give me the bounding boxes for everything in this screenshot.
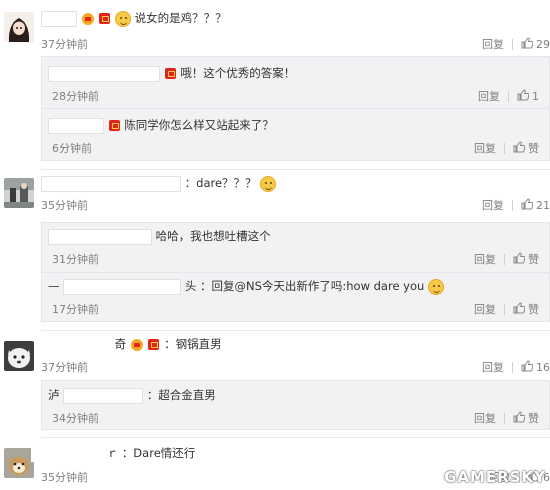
member-badge-icon xyxy=(99,13,111,24)
reply-text: — 头 ：回复@NS今天出新作了吗:how dare you xyxy=(48,278,444,295)
reply-actions: 回复 赞 xyxy=(474,410,539,426)
reply-time: 17分钟前 xyxy=(52,303,99,316)
avatar[interactable] xyxy=(4,178,34,208)
smile-emoji-icon xyxy=(260,175,277,192)
reply-item: — 头 ：回复@NS今天出新作了吗:how dare you 17分钟前 回复 … xyxy=(42,273,549,323)
cat-emoji-icon xyxy=(114,10,131,27)
like-icon[interactable] xyxy=(517,88,530,104)
reply-actions: 回复 赞 xyxy=(474,251,539,267)
reply-text: 泸 ：超合金直男 xyxy=(48,387,216,404)
reply-button[interactable]: 回复 xyxy=(482,359,504,375)
reply-actions: 回复 赞 xyxy=(474,301,539,317)
username-redacted[interactable] xyxy=(41,336,111,353)
comment-time: 37分钟前 xyxy=(41,361,88,374)
like-count: 16 xyxy=(536,360,550,374)
like-icon[interactable] xyxy=(521,197,534,213)
divider xyxy=(41,437,550,438)
reply-text: 哦！这个优秀的答案！ xyxy=(48,65,295,82)
reply-time: 28分钟前 xyxy=(52,90,99,103)
comment-time: 35分钟前 xyxy=(41,199,88,212)
reply-button[interactable]: 回复 xyxy=(482,36,504,52)
reply-button[interactable]: 回复 xyxy=(474,251,496,267)
avatar[interactable] xyxy=(4,341,34,371)
reply-button[interactable]: 回复 xyxy=(474,410,496,426)
username-redacted[interactable] xyxy=(48,65,160,82)
reply-text: 哈哈，我也想吐槽这个 xyxy=(48,228,271,245)
username-redacted[interactable] xyxy=(41,10,77,27)
comment-actions: 回复 16 xyxy=(482,359,550,375)
divider xyxy=(41,330,550,331)
like-button[interactable]: 赞 xyxy=(528,140,539,156)
reply-list: 哦！这个优秀的答案！ 28分钟前 回复 1 陈同学你怎么样又站起来了？ 6分钟前… xyxy=(41,56,550,161)
reply-time: 31分钟前 xyxy=(52,253,99,266)
comment-text: 说女的是鸡？？？ xyxy=(41,10,227,27)
reply-list: 泸 ：超合金直男 34分钟前 回复 赞 xyxy=(41,380,550,430)
reply-list: 哈哈，我也想吐槽这个 31分钟前 回复 赞 — 头 ：回复@NS今天出新作了吗:… xyxy=(41,222,550,322)
vip-badge-icon xyxy=(130,338,143,351)
comment-text: 奇 ：钢锅直男 xyxy=(41,336,222,353)
member-badge-icon xyxy=(108,120,120,131)
like-button[interactable]: 赞 xyxy=(528,410,539,426)
reply-actions: 回复 1 xyxy=(478,88,539,104)
username-redacted[interactable] xyxy=(48,117,104,134)
username-redacted[interactable] xyxy=(31,445,103,462)
reply-actions: 回复 赞 xyxy=(474,140,539,156)
divider xyxy=(41,169,550,170)
reply-button[interactable]: 回复 xyxy=(478,88,500,104)
username-redacted[interactable] xyxy=(63,387,144,404)
reply-text: 陈同学你怎么样又站起来了？ xyxy=(48,117,274,134)
reply-button[interactable]: 回复 xyxy=(482,197,504,213)
comment-time: 37分钟前 xyxy=(41,38,88,51)
member-badge-icon xyxy=(164,68,176,79)
vip-badge-icon xyxy=(81,12,94,25)
username-redacted[interactable] xyxy=(48,228,152,245)
username-redacted[interactable] xyxy=(41,175,181,192)
like-button[interactable]: 赞 xyxy=(528,301,539,317)
cat-emoji-icon xyxy=(427,278,444,295)
comment-text: ｒ ：Dare情还行 xyxy=(31,445,195,462)
like-count: 29 xyxy=(536,37,550,51)
reply-time: 6分钟前 xyxy=(52,142,92,155)
like-icon[interactable] xyxy=(521,359,534,375)
like-icon[interactable] xyxy=(513,301,526,317)
reply-button[interactable]: 回复 xyxy=(474,140,496,156)
like-icon[interactable] xyxy=(513,140,526,156)
reply-button[interactable]: 回复 xyxy=(474,301,496,317)
reply-item: 陈同学你怎么样又站起来了？ 6分钟前 回复 赞 xyxy=(42,109,549,161)
comment-actions: 回复 21 xyxy=(482,197,550,213)
avatar[interactable] xyxy=(4,448,34,478)
comment-actions: 回复 29 xyxy=(482,36,550,52)
like-icon[interactable] xyxy=(513,251,526,267)
comment-text: ：dare？？？ xyxy=(41,175,277,192)
username-redacted[interactable] xyxy=(63,278,182,295)
member-badge-icon xyxy=(148,339,160,350)
avatar[interactable] xyxy=(4,12,34,42)
like-count: 1 xyxy=(532,89,539,103)
like-icon[interactable] xyxy=(513,410,526,426)
reply-item: 泸 ：超合金直男 34分钟前 回复 赞 xyxy=(42,381,549,429)
reply-time: 34分钟前 xyxy=(52,412,99,425)
like-button[interactable]: 赞 xyxy=(528,251,539,267)
watermark-logo: GAMERSKY xyxy=(444,468,546,486)
like-count: 21 xyxy=(536,198,550,212)
reply-item: 哦！这个优秀的答案！ 28分钟前 回复 1 xyxy=(42,57,549,109)
comment-time: 35分钟前 xyxy=(41,471,88,484)
reply-item: 哈哈，我也想吐槽这个 31分钟前 回复 赞 xyxy=(42,223,549,273)
like-icon[interactable] xyxy=(521,36,534,52)
